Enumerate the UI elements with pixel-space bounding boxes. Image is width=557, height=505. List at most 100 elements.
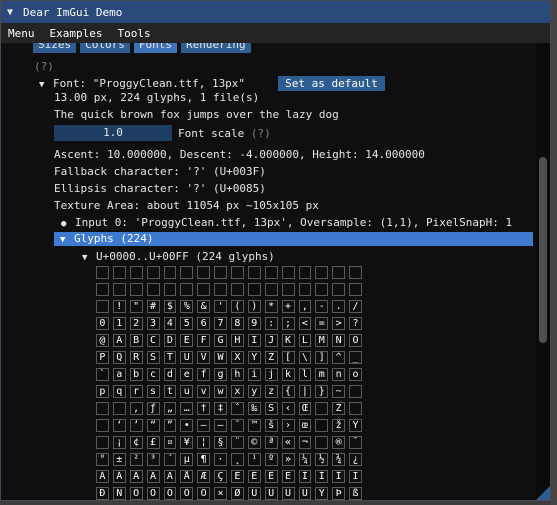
glyph-cell[interactable] bbox=[315, 419, 329, 432]
glyph-cell[interactable]: » bbox=[281, 453, 295, 466]
glyph-cell[interactable]: ’ bbox=[129, 419, 143, 432]
glyph-cell[interactable]: : bbox=[264, 317, 278, 330]
glyph-cell[interactable]: Æ bbox=[197, 470, 211, 483]
vertical-scrollbar[interactable] bbox=[536, 43, 550, 500]
glyph-cell[interactable] bbox=[231, 266, 244, 279]
glyph-cell[interactable]: ¦ bbox=[197, 436, 211, 449]
glyph-cell[interactable]: ˜ bbox=[231, 419, 244, 432]
glyph-cell[interactable]: Š bbox=[264, 402, 278, 415]
glyph-cell[interactable]: › bbox=[281, 419, 295, 432]
glyph-cell[interactable]: Ù bbox=[247, 487, 261, 500]
font-scale-help-marker[interactable]: (?) bbox=[251, 127, 271, 140]
glyph-cell[interactable]: a bbox=[112, 368, 126, 381]
tab-colors[interactable]: Colors bbox=[80, 43, 130, 53]
glyph-cell[interactable]: Î bbox=[332, 470, 346, 483]
glyphs-header[interactable]: ▼ Glyphs (224) bbox=[54, 232, 533, 246]
glyph-cell[interactable]: } bbox=[315, 385, 329, 398]
glyph-cell[interactable]: / bbox=[349, 300, 362, 313]
glyph-cell[interactable]: Í bbox=[315, 470, 329, 483]
glyph-cell[interactable]: . bbox=[332, 300, 346, 313]
glyph-cell[interactable]: 4 bbox=[163, 317, 177, 330]
glyph-cell[interactable]: L bbox=[298, 334, 312, 347]
glyph-cell[interactable]: j bbox=[264, 368, 278, 381]
glyph-cell[interactable]: { bbox=[281, 385, 295, 398]
glyph-cell[interactable]: Œ bbox=[298, 402, 312, 415]
glyph-cell[interactable] bbox=[96, 419, 109, 432]
glyph-cell[interactable]: ´ bbox=[163, 453, 177, 466]
glyph-cell[interactable]: 9 bbox=[247, 317, 261, 330]
glyph-cell[interactable]: ¯ bbox=[349, 436, 362, 449]
glyph-cell[interactable]: Ý bbox=[315, 487, 329, 500]
glyph-cell[interactable] bbox=[349, 266, 362, 279]
glyph-cell[interactable] bbox=[231, 283, 244, 296]
glyph-cell[interactable]: ž bbox=[332, 419, 346, 432]
glyph-cell[interactable]: “ bbox=[146, 419, 160, 432]
glyph-cell[interactable] bbox=[197, 266, 211, 279]
glyph-cell[interactable]: 0 bbox=[96, 317, 109, 330]
glyph-cell[interactable]: - bbox=[315, 300, 329, 313]
glyph-cell[interactable] bbox=[332, 266, 346, 279]
glyph-cell[interactable]: d bbox=[163, 368, 177, 381]
glyph-cell[interactable] bbox=[264, 266, 278, 279]
glyph-cell[interactable]: S bbox=[146, 351, 160, 364]
glyph-cell[interactable]: O bbox=[349, 334, 362, 347]
glyph-cell[interactable]: ® bbox=[332, 436, 346, 449]
glyph-cell[interactable]: A bbox=[112, 334, 126, 347]
glyph-cell[interactable]: ¾ bbox=[332, 453, 346, 466]
glyph-cell[interactable]: q bbox=[112, 385, 126, 398]
glyph-cell[interactable]: X bbox=[231, 351, 244, 364]
glyph-cell[interactable]: ¥ bbox=[180, 436, 194, 449]
glyph-cell[interactable]: « bbox=[281, 436, 295, 449]
glyph-cell[interactable] bbox=[96, 436, 109, 449]
glyph-cell[interactable]: 7 bbox=[214, 317, 227, 330]
menu-examples[interactable]: Examples bbox=[43, 27, 111, 40]
glyph-cell[interactable]: 6 bbox=[197, 317, 211, 330]
glyph-cell[interactable]: ± bbox=[112, 453, 126, 466]
glyph-cell[interactable]: H bbox=[231, 334, 244, 347]
glyph-cell[interactable]: ª bbox=[264, 436, 278, 449]
glyph-cell[interactable] bbox=[214, 283, 227, 296]
glyph-cell[interactable]: , bbox=[298, 300, 312, 313]
glyph-cell[interactable]: J bbox=[264, 334, 278, 347]
glyph-cell[interactable]: Ò bbox=[129, 487, 143, 500]
glyph-cell[interactable]: ‚ bbox=[129, 402, 143, 415]
glyph-cell[interactable]: Ï bbox=[349, 470, 362, 483]
glyph-cell[interactable] bbox=[315, 283, 329, 296]
glyph-cell[interactable]: @ bbox=[96, 334, 109, 347]
scrollbar-thumb[interactable] bbox=[539, 157, 547, 343]
font-scale-input[interactable]: 1.0 bbox=[54, 125, 172, 141]
resize-grip-icon[interactable] bbox=[536, 486, 550, 500]
glyph-cell[interactable]: ¸ bbox=[231, 453, 244, 466]
glyph-cell[interactable]: © bbox=[247, 436, 261, 449]
glyph-cell[interactable]: „ bbox=[163, 402, 177, 415]
glyph-cell[interactable]: ¹ bbox=[247, 453, 261, 466]
glyph-cell[interactable] bbox=[264, 283, 278, 296]
glyph-cell[interactable]: 1 bbox=[112, 317, 126, 330]
glyph-cell[interactable]: w bbox=[214, 385, 227, 398]
input-tree-node[interactable]: ● Input 0: 'ProggyClean.ttf, 13px', Overs… bbox=[61, 216, 512, 229]
glyph-cell[interactable]: ³ bbox=[146, 453, 160, 466]
glyph-cell[interactable]: 5 bbox=[180, 317, 194, 330]
glyph-cell[interactable] bbox=[96, 283, 109, 296]
glyph-cell[interactable]: [ bbox=[281, 351, 295, 364]
glyph-cell[interactable]: Ä bbox=[163, 470, 177, 483]
glyph-cell[interactable] bbox=[163, 283, 177, 296]
glyph-cell[interactable]: m bbox=[315, 368, 329, 381]
glyph-cell[interactable]: – bbox=[197, 419, 211, 432]
glyph-cell[interactable]: Ì bbox=[298, 470, 312, 483]
glyph-cell[interactable]: £ bbox=[146, 436, 160, 449]
glyph-cell[interactable]: ] bbox=[315, 351, 329, 364]
tab-fonts[interactable]: Fonts bbox=[133, 43, 177, 53]
glyph-cell[interactable] bbox=[112, 283, 126, 296]
glyph-cell[interactable]: b bbox=[129, 368, 143, 381]
glyph-cell[interactable]: F bbox=[197, 334, 211, 347]
glyph-cell[interactable] bbox=[214, 266, 227, 279]
glyph-cell[interactable]: µ bbox=[180, 453, 194, 466]
glyph-cell[interactable] bbox=[315, 436, 329, 449]
glyph-cell[interactable] bbox=[298, 283, 312, 296]
glyph-cell[interactable]: • bbox=[180, 419, 194, 432]
glyph-cell[interactable]: D bbox=[163, 334, 177, 347]
glyph-cell[interactable]: Þ bbox=[332, 487, 346, 500]
glyph-cell[interactable]: Ã bbox=[146, 470, 160, 483]
glyph-cell[interactable]: + bbox=[281, 300, 295, 313]
